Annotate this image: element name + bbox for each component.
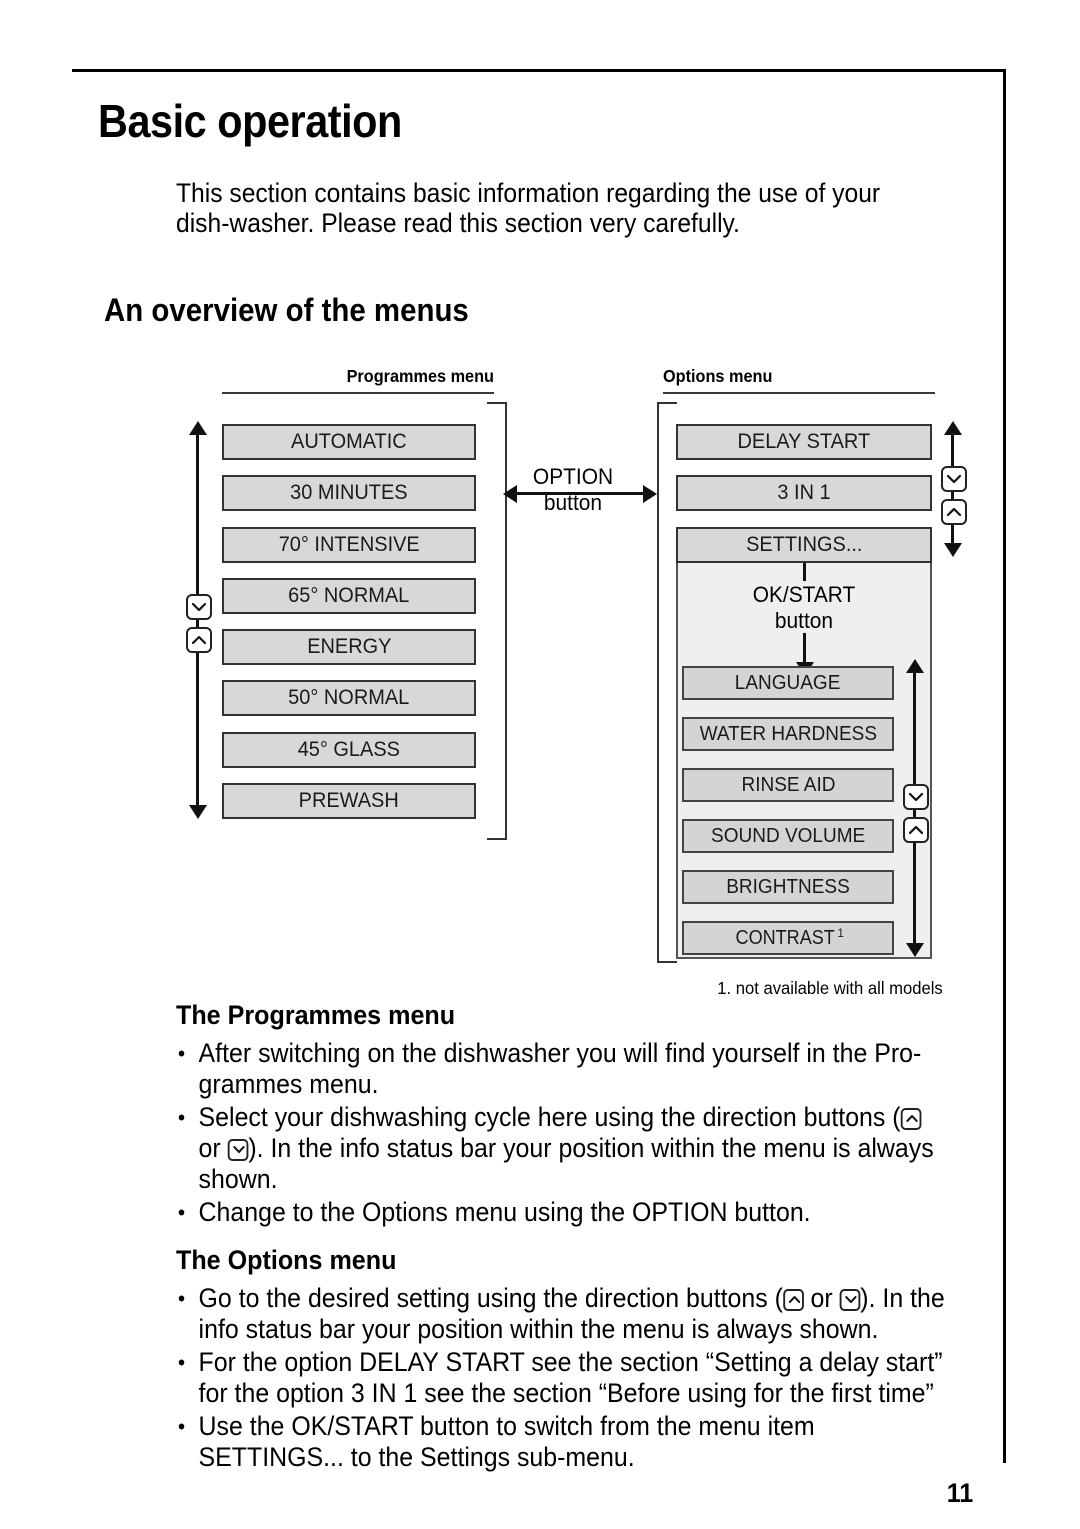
menu-item-label: 30 MINUTES [290,481,408,504]
chevron-up-icon[interactable] [900,1108,922,1130]
list-item: Select your dishwashing cycle here using… [176,1102,947,1195]
ok-start-label-line1: OK/START [752,582,856,607]
chevron-up-icon[interactable] [782,1289,804,1311]
list-item: After switching on the dishwasher you wi… [176,1038,947,1100]
menu-item-label: 45° GLASS [297,738,401,761]
list-item: Go to the desired setting using the dire… [176,1283,947,1345]
submenu-item-brightness[interactable]: BRIGHTNESS [682,870,894,904]
options-title-rule [663,392,935,394]
menu-item-70-intensive[interactable]: 70° INTENSIVE [222,527,476,563]
menu-item-settings[interactable]: SETTINGS... [676,527,932,563]
bullet-text: Go to the desired setting using the dire… [198,1283,783,1313]
programmes-menu-title: Programmes menu [346,366,494,386]
chevron-down-icon[interactable] [839,1289,861,1311]
menu-item-label: 65° NORMAL [288,584,410,607]
option-button-label: OPTION button [504,464,643,516]
menu-item-label: DELAY START [737,430,871,453]
submenu-item-label: RINSE AID [741,773,835,796]
menu-item-label: 3 IN 1 [777,481,831,504]
submenu-item-water-hardness[interactable]: WATER HARDNESS [682,717,894,751]
menu-item-65-normal[interactable]: 65° NORMAL [222,578,476,614]
ok-start-arrow [795,633,814,676]
menu-item-automatic[interactable]: AUTOMATIC [222,424,476,460]
bullet-text: ). In the info status bar your position … [198,1133,934,1194]
submenu-item-label: CONTRAST 1 [735,925,844,950]
list-item: Change to the Options menu using the OPT… [176,1197,947,1228]
diagram-footnote: 1. not available with all models [717,978,943,998]
chevron-down-icon[interactable] [186,594,212,620]
menu-item-30-minutes[interactable]: 30 MINUTES [222,475,476,511]
ok-start-connector [803,563,806,581]
submenu-item-sound-volume[interactable]: SOUND VOLUME [682,819,894,853]
menu-item-45-glass[interactable]: 45° GLASS [222,732,476,768]
submenu-item-label: LANGUAGE [735,671,841,694]
options-menu-title: Options menu [663,366,773,386]
menu-item-delay-start[interactable]: DELAY START [676,424,932,460]
option-arrow-to-options [580,484,657,503]
chevron-down-icon[interactable] [941,466,967,492]
menu-item-label: AUTOMATIC [291,430,407,453]
bullet-text: Select your dishwashing cycle here using… [198,1102,901,1132]
chevron-down-icon[interactable] [227,1139,249,1161]
submenu-item-language[interactable]: LANGUAGE [682,666,894,700]
menu-item-label: 70° INTENSIVE [278,533,420,556]
menu-overview-diagram: Programmes menu Options menu AUTOMATIC 3… [0,0,1080,1000]
option-arrow-to-programmes [503,484,580,503]
menu-item-energy[interactable]: ENERGY [222,629,476,665]
programmes-scroll-arrow [188,421,207,819]
submenu-item-rinse-aid[interactable]: RINSE AID [682,768,894,802]
submenu-item-label: WATER HARDNESS [699,722,877,745]
menu-item-label: SETTINGS... [745,533,863,556]
menu-item-label: PREWASH [298,789,400,812]
list-item: For the option DELAY START see the secti… [176,1347,947,1409]
bullet-text: or [198,1133,228,1163]
chevron-up-icon[interactable] [186,627,212,653]
ok-start-label-line2: button [774,608,834,633]
submenu-item-label: SOUND VOLUME [710,824,866,847]
footnote-marker: 1 [836,925,844,940]
menu-item-label: ENERGY [306,635,392,658]
programmes-section-heading: The Programmes menu [176,1000,456,1030]
chevron-down-icon[interactable] [903,784,929,810]
programmes-section-bullets: After switching on the dishwasher you wi… [176,1038,996,1230]
menu-item-prewash[interactable]: PREWASH [222,783,476,819]
ok-start-button-label: OK/START button [682,582,925,634]
chevron-up-icon[interactable] [903,817,929,843]
submenu-item-label: BRIGHTNESS [726,875,850,898]
menu-item-label: 50° NORMAL [288,686,410,709]
list-item: Use the OK/START button to switch from t… [176,1411,947,1473]
options-bracket [657,402,677,963]
chevron-up-icon[interactable] [941,499,967,525]
menu-item-50-normal[interactable]: 50° NORMAL [222,680,476,716]
options-section-bullets: Go to the desired setting using the dire… [176,1283,996,1475]
menu-item-3-in-1[interactable]: 3 IN 1 [676,475,932,511]
options-section-heading: The Options menu [176,1245,397,1275]
bullet-text: or [803,1283,840,1313]
submenu-item-contrast[interactable]: CONTRAST 1 [682,921,894,955]
programmes-title-rule [222,392,494,394]
manual-page: Basic operation This section contains ba… [0,0,1080,1529]
option-button-label-line1: OPTION [532,464,614,489]
page-number: 11 [946,1478,974,1508]
